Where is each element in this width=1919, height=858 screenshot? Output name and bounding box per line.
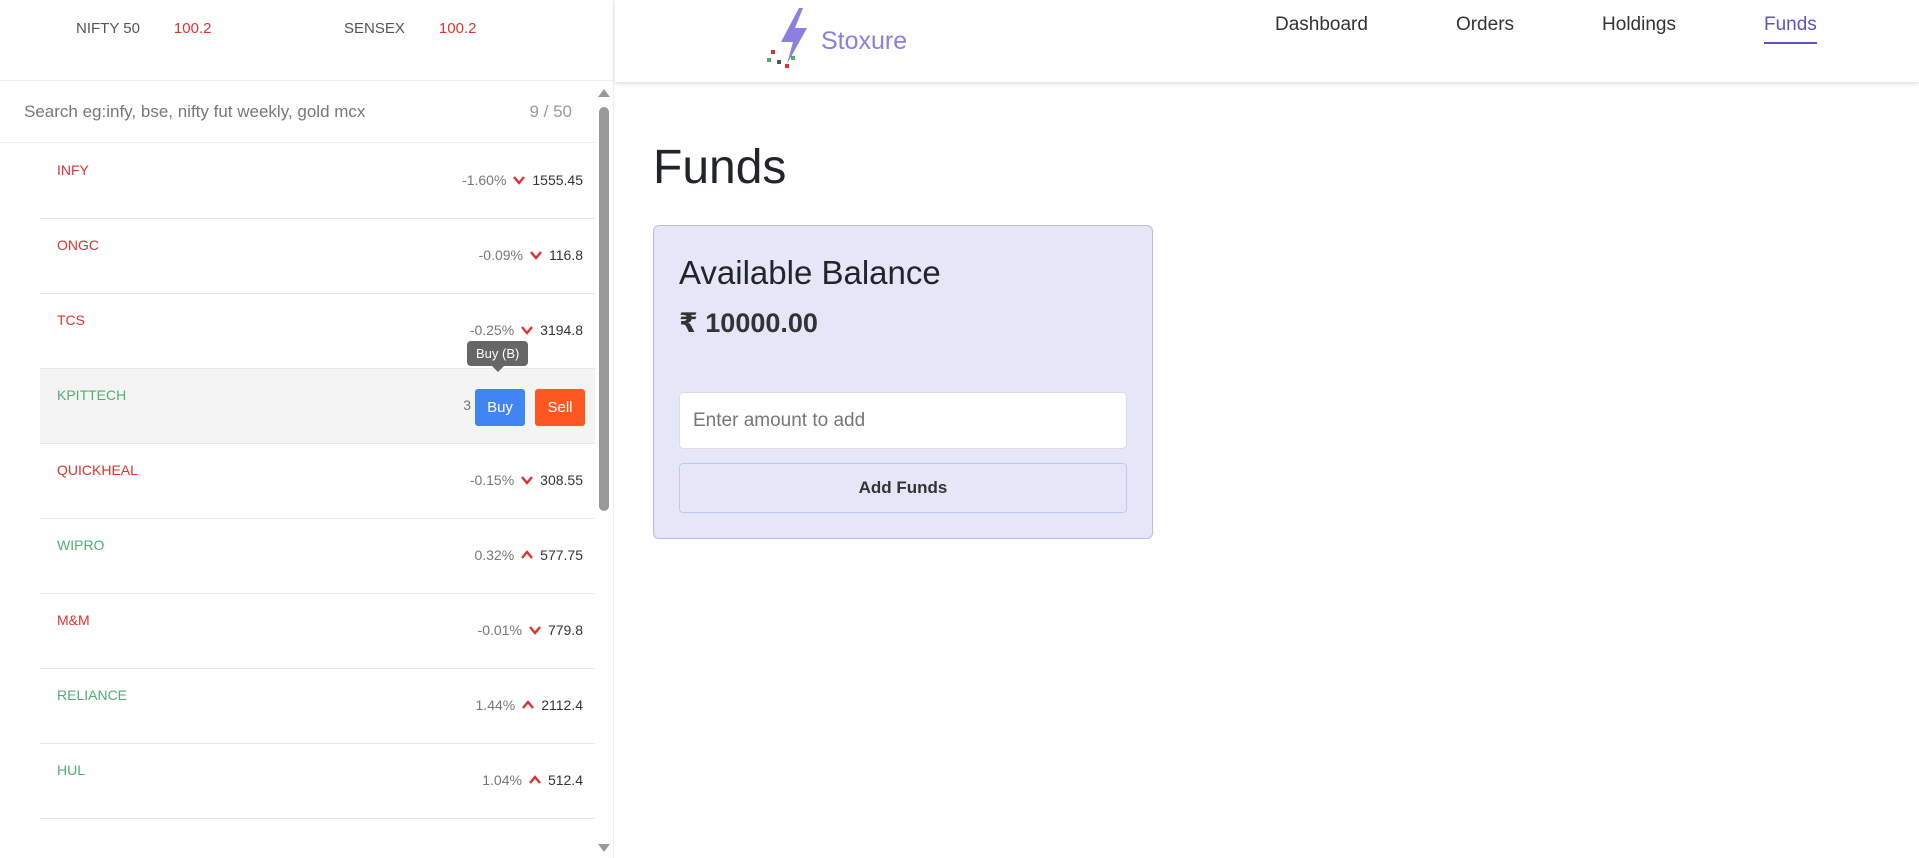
stock-quote: 0.32% 577.75 bbox=[474, 547, 583, 563]
stock-quote: 1.04% 512.4 bbox=[482, 772, 583, 788]
stock-symbol: HUL bbox=[57, 762, 86, 778]
stock-price: 2112.4 bbox=[541, 697, 583, 713]
index-name: NIFTY 50 bbox=[76, 20, 140, 37]
buy-tooltip: Buy (B) bbox=[467, 341, 529, 372]
index-sensex: SENSEX 100.2 bbox=[344, 20, 613, 37]
chevron-down-icon bbox=[513, 176, 526, 185]
card-title: Available Balance bbox=[679, 254, 941, 291]
top-navbar: Stoxure Dashboard Orders Holdings Funds bbox=[615, 0, 1919, 82]
sell-button[interactable]: Sell bbox=[535, 389, 585, 426]
stock-symbol: WIPRO bbox=[57, 537, 105, 553]
nav-dashboard[interactable]: Dashboard bbox=[1275, 14, 1368, 44]
stock-quote: -0.01% 779.8 bbox=[478, 622, 583, 638]
stock-symbol: QUICKHEAL bbox=[57, 462, 138, 478]
stock-price: 116.8 bbox=[549, 247, 583, 263]
list-item[interactable]: KPITTECH 3 Buy Sell bbox=[40, 369, 595, 444]
chevron-up-icon bbox=[522, 700, 535, 709]
watchlist-panel: NIFTY 50 100.2 SENSEX 100.2 9 / 50 INFY … bbox=[0, 0, 614, 858]
list-item[interactable]: QUICKHEAL -0.15% 308.55 bbox=[40, 444, 595, 519]
indices-bar: NIFTY 50 100.2 SENSEX 100.2 bbox=[0, 0, 613, 81]
list-item[interactable]: HUL 1.04% 512.4 bbox=[40, 744, 595, 819]
watchlist-container: 9 / 50 INFY -1.60% 1555.45 ONGC -0.09% bbox=[0, 81, 614, 858]
brand-logo[interactable]: Stoxure bbox=[765, 6, 907, 68]
stock-change: 1.44% bbox=[475, 697, 516, 713]
list-item[interactable]: M&M -0.01% 779.8 bbox=[40, 594, 595, 669]
stock-price: 1555.45 bbox=[532, 172, 583, 188]
chevron-up-icon bbox=[521, 550, 534, 559]
scroll-thumb[interactable] bbox=[599, 107, 609, 511]
stock-change: 0.32% bbox=[474, 547, 515, 563]
list-item[interactable]: ONGC -0.09% 116.8 bbox=[40, 219, 595, 294]
stock-symbol: KPITTECH bbox=[57, 387, 127, 403]
stock-symbol: M&M bbox=[57, 612, 90, 628]
chevron-down-icon bbox=[529, 626, 541, 635]
page-title: Funds bbox=[653, 141, 787, 194]
stock-change: 1.04% bbox=[482, 772, 522, 788]
app-root: NIFTY 50 100.2 SENSEX 100.2 9 / 50 INFY … bbox=[0, 0, 1919, 858]
stock-symbol: TCS bbox=[57, 312, 85, 328]
stock-change: -0.15% bbox=[469, 472, 515, 488]
chevron-down-icon bbox=[521, 476, 534, 485]
nav-holdings[interactable]: Holdings bbox=[1602, 14, 1676, 44]
stock-symbol: INFY bbox=[57, 162, 89, 178]
stock-symbol: ONGC bbox=[57, 237, 99, 253]
stock-change: -0.01% bbox=[477, 622, 522, 638]
amount-input[interactable] bbox=[679, 392, 1127, 449]
stock-price: 779.8 bbox=[547, 622, 583, 638]
index-name: SENSEX bbox=[344, 20, 405, 37]
watchlist-count: 9 / 50 bbox=[529, 101, 572, 121]
stock-price: 512.4 bbox=[547, 772, 583, 788]
list-item[interactable]: RELIANCE 1.44% 2112.4 bbox=[40, 669, 595, 744]
lightning-bolt-icon bbox=[767, 8, 807, 68]
watchlist-scrollbar[interactable] bbox=[596, 81, 611, 858]
list-item[interactable]: INFY -1.60% 1555.45 bbox=[40, 144, 595, 219]
buy-button[interactable]: Buy bbox=[475, 389, 525, 426]
stock-price: 577.75 bbox=[540, 547, 583, 563]
balance-card: Available Balance ₹ 10000.00 Add Funds bbox=[653, 225, 1153, 539]
search-input[interactable] bbox=[24, 101, 484, 122]
scroll-up-icon[interactable] bbox=[598, 89, 610, 97]
search-bar: 9 / 50 bbox=[0, 81, 596, 143]
stock-change: 3 bbox=[463, 397, 471, 413]
stock-quote: 1.44% 2112.4 bbox=[476, 697, 583, 713]
scroll-down-icon[interactable] bbox=[598, 844, 610, 852]
stock-change: -0.09% bbox=[478, 247, 523, 263]
row-actions: Buy Sell bbox=[475, 389, 585, 426]
stock-quote: -0.25% 3194.8 bbox=[470, 322, 583, 338]
chevron-up-icon bbox=[529, 775, 541, 784]
index-nifty: NIFTY 50 100.2 bbox=[0, 20, 344, 37]
balance-amount: ₹ 10000.00 bbox=[679, 308, 818, 338]
stock-price: 3194.8 bbox=[540, 322, 583, 338]
index-value: 100.2 bbox=[173, 20, 212, 37]
watchlist: INFY -1.60% 1555.45 ONGC -0.09% 116.8 TC… bbox=[40, 144, 595, 819]
stock-change: -1.60% bbox=[462, 172, 507, 188]
main-nav: Dashboard Orders Holdings Funds bbox=[1275, 14, 1817, 44]
add-funds-button[interactable]: Add Funds bbox=[679, 463, 1127, 513]
index-value: 100.2 bbox=[438, 20, 477, 37]
nav-funds[interactable]: Funds bbox=[1763, 14, 1817, 44]
brand-name: Stoxure bbox=[821, 26, 908, 55]
stock-quote: -0.15% 308.55 bbox=[470, 472, 583, 488]
stock-price: 308.55 bbox=[540, 472, 583, 488]
chevron-down-icon bbox=[530, 251, 542, 260]
stock-quote: -0.09% 116.8 bbox=[479, 247, 583, 263]
nav-orders[interactable]: Orders bbox=[1456, 14, 1514, 44]
stock-symbol: RELIANCE bbox=[57, 687, 128, 703]
list-item[interactable]: WIPRO 0.32% 577.75 bbox=[40, 519, 595, 594]
funds-page: Funds Available Balance ₹ 10000.00 Add F… bbox=[653, 140, 1153, 539]
stock-quote: -1.60% 1555.45 bbox=[462, 172, 583, 188]
stock-change: -0.25% bbox=[469, 322, 515, 338]
chevron-down-icon bbox=[521, 326, 534, 335]
